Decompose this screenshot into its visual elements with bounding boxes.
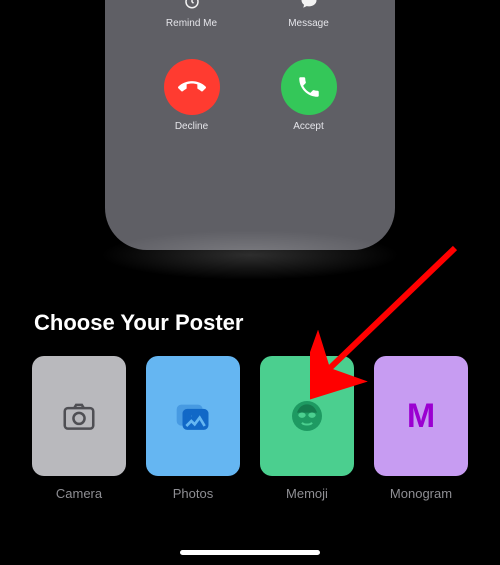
accept-label: Accept [293,121,324,132]
remind-me-option: Remind Me [147,0,237,29]
accept-button [281,59,337,115]
monogram-letter: M [407,397,435,436]
poster-options-row: Camera Photos Memoji M [0,356,500,501]
poster-option-monogram[interactable]: M Monogram [374,356,468,501]
phone-down-icon [178,73,206,101]
accept-option: Accept [264,59,354,132]
home-indicator[interactable] [180,550,320,555]
message-icon [298,0,320,12]
alarm-icon [181,0,203,12]
poster-option-photos[interactable]: Photos [146,356,240,501]
photos-card [146,356,240,476]
section-title: Choose Your Poster [34,310,243,336]
photos-icon [173,396,213,436]
decline-button [164,59,220,115]
monogram-label: Monogram [390,486,452,501]
photos-label: Photos [173,486,213,501]
monogram-card: M [374,356,468,476]
message-label: Message [288,18,329,29]
memoji-label: Memoji [286,486,328,501]
decline-option: Decline [147,59,237,132]
preview-call-row: Decline Accept [105,59,395,132]
phone-call-preview: Remind Me Message Decline [105,0,395,250]
poster-option-memoji[interactable]: Memoji [260,356,354,501]
remind-me-label: Remind Me [166,18,217,29]
phone-icon [296,74,322,100]
camera-icon [60,397,98,435]
decline-label: Decline [175,121,208,132]
camera-card [32,356,126,476]
message-option: Message [264,0,354,29]
memoji-card [260,356,354,476]
memoji-icon [287,396,327,436]
poster-option-camera[interactable]: Camera [32,356,126,501]
camera-label: Camera [56,486,102,501]
preview-options-row: Remind Me Message [105,0,395,29]
